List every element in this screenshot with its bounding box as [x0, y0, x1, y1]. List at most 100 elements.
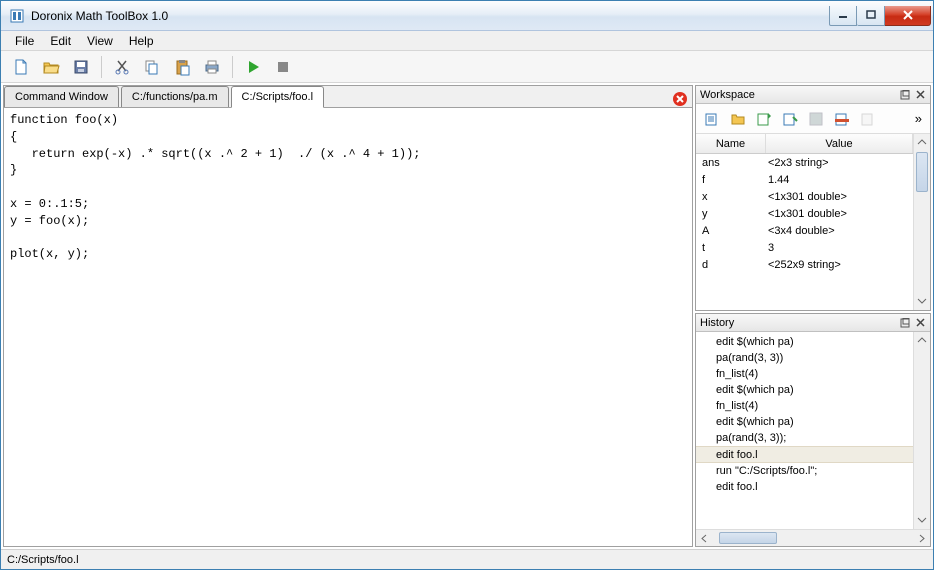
history-item[interactable]: edit foo.l [696, 479, 913, 495]
history-item[interactable]: fn_list(4) [696, 398, 913, 414]
open-file-button[interactable] [37, 53, 65, 81]
var-value: <252x9 string> [766, 259, 913, 271]
ws-overflow-icon[interactable]: » [911, 111, 926, 126]
var-name: y [696, 208, 766, 220]
workspace-table: Name Value ans<2x3 string>f1.44x<1x301 d… [696, 134, 930, 310]
var-name: x [696, 191, 766, 203]
scroll-left-icon[interactable] [696, 531, 713, 546]
tab-label: C:/functions/pa.m [132, 91, 218, 103]
toolbar-separator [232, 56, 233, 78]
new-file-button[interactable] [7, 53, 35, 81]
var-value: 1.44 [766, 174, 913, 186]
app-window: Doronix Math ToolBox 1.0 File Edit View … [0, 0, 934, 570]
undock-icon[interactable] [899, 89, 911, 101]
workspace-scrollbar[interactable] [913, 134, 930, 310]
code-editor[interactable]: function foo(x) { return exp(-x) .* sqrt… [4, 108, 692, 546]
editor-pane: Command Window C:/functions/pa.m C:/Scri… [3, 85, 693, 547]
history-list[interactable]: edit $(which pa)pa(rand(3, 3))fn_list(4)… [696, 332, 913, 529]
table-row[interactable]: x<1x301 double> [696, 188, 913, 205]
menu-view[interactable]: View [79, 32, 121, 50]
tab-file-foo[interactable]: C:/Scripts/foo.l [231, 86, 325, 108]
content-area: Command Window C:/functions/pa.m C:/Scri… [1, 83, 933, 549]
var-value: <1x301 double> [766, 191, 913, 203]
maximize-button[interactable] [857, 6, 885, 26]
history-item[interactable]: fn_list(4) [696, 366, 913, 382]
statusbar: C:/Scripts/foo.l [1, 549, 933, 569]
menu-file[interactable]: File [7, 32, 42, 50]
menu-help[interactable]: Help [121, 32, 162, 50]
workspace-title: Workspace [700, 89, 896, 101]
col-name[interactable]: Name [696, 134, 766, 153]
var-value: <2x3 string> [766, 157, 913, 169]
window-buttons [829, 6, 931, 26]
ws-refresh-icon[interactable] [830, 107, 854, 131]
minimize-button[interactable] [829, 6, 857, 26]
scroll-right-icon[interactable] [913, 531, 930, 546]
ws-delete-icon[interactable] [856, 107, 880, 131]
col-value[interactable]: Value [766, 134, 913, 153]
table-row[interactable]: A<3x4 double> [696, 222, 913, 239]
workspace-header[interactable]: Workspace [696, 86, 930, 104]
var-value: <3x4 double> [766, 225, 913, 237]
close-button[interactable] [885, 6, 931, 26]
ws-new-icon[interactable] [700, 107, 724, 131]
scrollbar-thumb[interactable] [719, 532, 777, 544]
history-item[interactable]: pa(rand(3, 3)) [696, 350, 913, 366]
history-title: History [700, 317, 896, 329]
history-item[interactable]: run "C:/Scripts/foo.l"; [696, 463, 913, 479]
tab-label: C:/Scripts/foo.l [242, 91, 314, 103]
ws-import-icon[interactable] [752, 107, 776, 131]
ws-open-icon[interactable] [726, 107, 750, 131]
var-value: <1x301 double> [766, 208, 913, 220]
ws-save-icon[interactable] [804, 107, 828, 131]
history-item[interactable]: pa(rand(3, 3)); [696, 430, 913, 446]
copy-button[interactable] [138, 53, 166, 81]
status-path: C:/Scripts/foo.l [7, 554, 79, 566]
var-name: A [696, 225, 766, 237]
tab-label: Command Window [15, 91, 108, 103]
panel-close-icon[interactable] [914, 317, 926, 329]
tab-file-pa[interactable]: C:/functions/pa.m [121, 86, 229, 107]
history-header[interactable]: History [696, 314, 930, 332]
scrollbar-thumb[interactable] [916, 152, 928, 192]
toolbar [1, 51, 933, 83]
stop-button[interactable] [269, 53, 297, 81]
history-item[interactable]: edit $(which pa) [696, 334, 913, 350]
history-hscrollbar[interactable] [696, 529, 930, 546]
workspace-table-header[interactable]: Name Value [696, 134, 913, 154]
editor-tabs: Command Window C:/functions/pa.m C:/Scri… [4, 86, 692, 108]
app-icon [9, 8, 25, 24]
tab-command-window[interactable]: Command Window [4, 86, 119, 107]
history-item[interactable]: edit foo.l [696, 446, 913, 463]
print-button[interactable] [198, 53, 226, 81]
workspace-toolbar: » [696, 104, 930, 134]
history-panel: History edit $(which pa)pa(rand(3, 3))fn… [695, 313, 931, 547]
undock-icon[interactable] [899, 317, 911, 329]
ws-export-icon[interactable] [778, 107, 802, 131]
history-scrollbar[interactable] [913, 332, 930, 529]
toolbar-separator [101, 56, 102, 78]
window-title: Doronix Math ToolBox 1.0 [31, 9, 829, 23]
menubar: File Edit View Help [1, 31, 933, 51]
history-item[interactable]: edit $(which pa) [696, 414, 913, 430]
table-row[interactable]: t3 [696, 239, 913, 256]
paste-button[interactable] [168, 53, 196, 81]
var-name: d [696, 259, 766, 271]
table-row[interactable]: f1.44 [696, 171, 913, 188]
history-item[interactable]: edit $(which pa) [696, 382, 913, 398]
side-panels: Workspace » Name [695, 85, 931, 547]
var-name: ans [696, 157, 766, 169]
cut-button[interactable] [108, 53, 136, 81]
table-row[interactable]: d<252x9 string> [696, 256, 913, 273]
var-value: 3 [766, 242, 913, 254]
tab-close-icon[interactable] [672, 91, 688, 107]
table-row[interactable]: y<1x301 double> [696, 205, 913, 222]
run-button[interactable] [239, 53, 267, 81]
table-row[interactable]: ans<2x3 string> [696, 154, 913, 171]
history-body: edit $(which pa)pa(rand(3, 3))fn_list(4)… [696, 332, 930, 529]
menu-edit[interactable]: Edit [42, 32, 79, 50]
var-name: t [696, 242, 766, 254]
save-button[interactable] [67, 53, 95, 81]
titlebar[interactable]: Doronix Math ToolBox 1.0 [1, 1, 933, 31]
panel-close-icon[interactable] [914, 89, 926, 101]
